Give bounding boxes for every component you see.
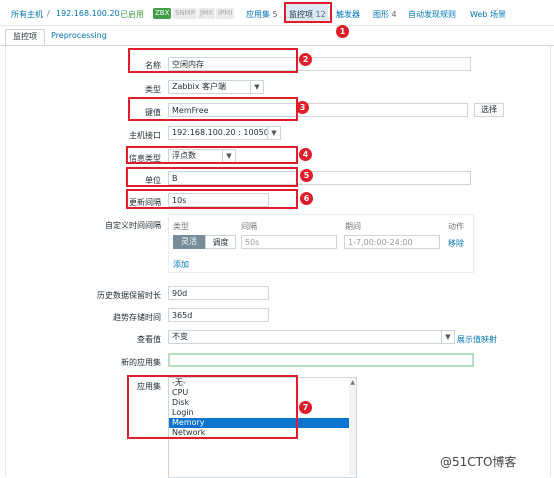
trends-label: 趋势存储时间 [113,313,161,322]
custom-intervals-label: 自定义时间间隔 [105,221,161,230]
chevron-down-icon: ▼ [267,127,280,139]
annotation-box-6 [126,189,298,209]
listbox-scrollbar[interactable]: ▲ [349,378,356,475]
zbx-availability-badge: ZBX [153,8,172,19]
scheduling-toggle[interactable]: 调度 [205,235,236,249]
interface-select-value: 192.168.100.20 : 10050 [172,128,269,137]
chevron-down-icon: ▼ [441,331,454,343]
annotation-marker-6: 6 [300,192,313,205]
annotation-box-5 [126,167,298,187]
tab-graphs[interactable]: 图形 4 [373,9,397,20]
all-hosts-link[interactable]: 所有主机 [11,9,43,20]
annotation-marker-2: 2 [299,53,312,66]
annotation-box-7 [127,375,298,439]
tab-triggers[interactable]: 触发器 [336,9,360,20]
type-label: 类型 [145,85,161,94]
host-link[interactable]: 192.168.100.20 [56,9,120,18]
custom-col-period: 期间 [345,222,361,231]
subtab-item[interactable]: 监控项 [5,29,45,45]
select-key-button[interactable]: 选择 [474,103,504,117]
snmp-availability-badge: SNMP [173,8,197,19]
custom-interval-input[interactable]: 50s [241,235,337,249]
annotation-box-2 [128,48,298,73]
subtab-preprocessing[interactable]: Preprocessing [51,31,107,40]
show-value-select[interactable]: 不变 ▼ [168,330,455,344]
type-select-value: Zabbix 客户端 [172,82,227,91]
new-application-label: 新的应用集 [121,358,161,367]
annotation-box-3 [128,97,298,121]
scroll-up-icon[interactable]: ▲ [350,379,355,386]
show-value-label: 查看值 [137,335,161,344]
annotation-marker-5: 5 [300,169,313,182]
tab-applications-count: 5 [272,10,278,19]
host-status[interactable]: 已启用 [120,9,144,20]
show-value-mappings-link[interactable]: 展示值映射 [457,334,497,345]
annotation-marker-1: 1 [336,25,349,38]
tab-applications-label: 应用集 [246,10,270,19]
annotation-box-1 [284,2,332,23]
ipmi-availability-badge: IPMI [216,8,235,19]
history-input[interactable]: 90d [168,286,269,300]
remove-interval-link[interactable]: 移除 [448,238,464,249]
custom-col-type: 类型 [173,222,189,231]
host-nav-bar: 所有主机 / 192.168.100.20 已启用 ZBX SNMP JMX I… [0,0,554,26]
flexible-toggle[interactable]: 灵活 [173,235,205,249]
tab-graphs-count: 4 [391,10,397,19]
annotation-marker-7: 7 [299,401,312,414]
type-select[interactable]: Zabbix 客户端 ▼ [168,80,264,94]
interface-label: 主机接口 [129,131,161,140]
tab-graphs-label: 图形 [373,10,389,19]
trends-input[interactable]: 365d [168,308,269,322]
tab-web-scenarios[interactable]: Web 场景 [470,9,506,20]
annotation-marker-4: 4 [299,148,312,161]
add-interval-link[interactable]: 添加 [173,259,189,270]
tab-applications[interactable]: 应用集 5 [246,9,278,20]
history-label: 历史数据保留时长 [97,291,161,300]
annotation-box-4 [126,146,298,164]
tab-discovery-rules[interactable]: 自动发现规则 [408,9,456,20]
breadcrumb-separator: / [47,9,50,18]
custom-col-action: 动作 [448,222,464,231]
annotation-marker-3: 3 [296,101,309,114]
new-application-input[interactable] [168,353,474,367]
interface-select[interactable]: 192.168.100.20 : 10050 ▼ [168,126,281,140]
show-value-select-value: 不变 [172,332,188,341]
watermark: @51CTO博客 [440,455,517,469]
chevron-down-icon: ▼ [250,81,263,93]
custom-period-input[interactable]: 1-7,00:00-24:00 [344,235,440,249]
custom-col-interval: 间隔 [241,222,257,231]
form-tabs: 监控项 Preprocessing [0,27,554,46]
jmx-availability-badge: JMX [198,8,215,19]
